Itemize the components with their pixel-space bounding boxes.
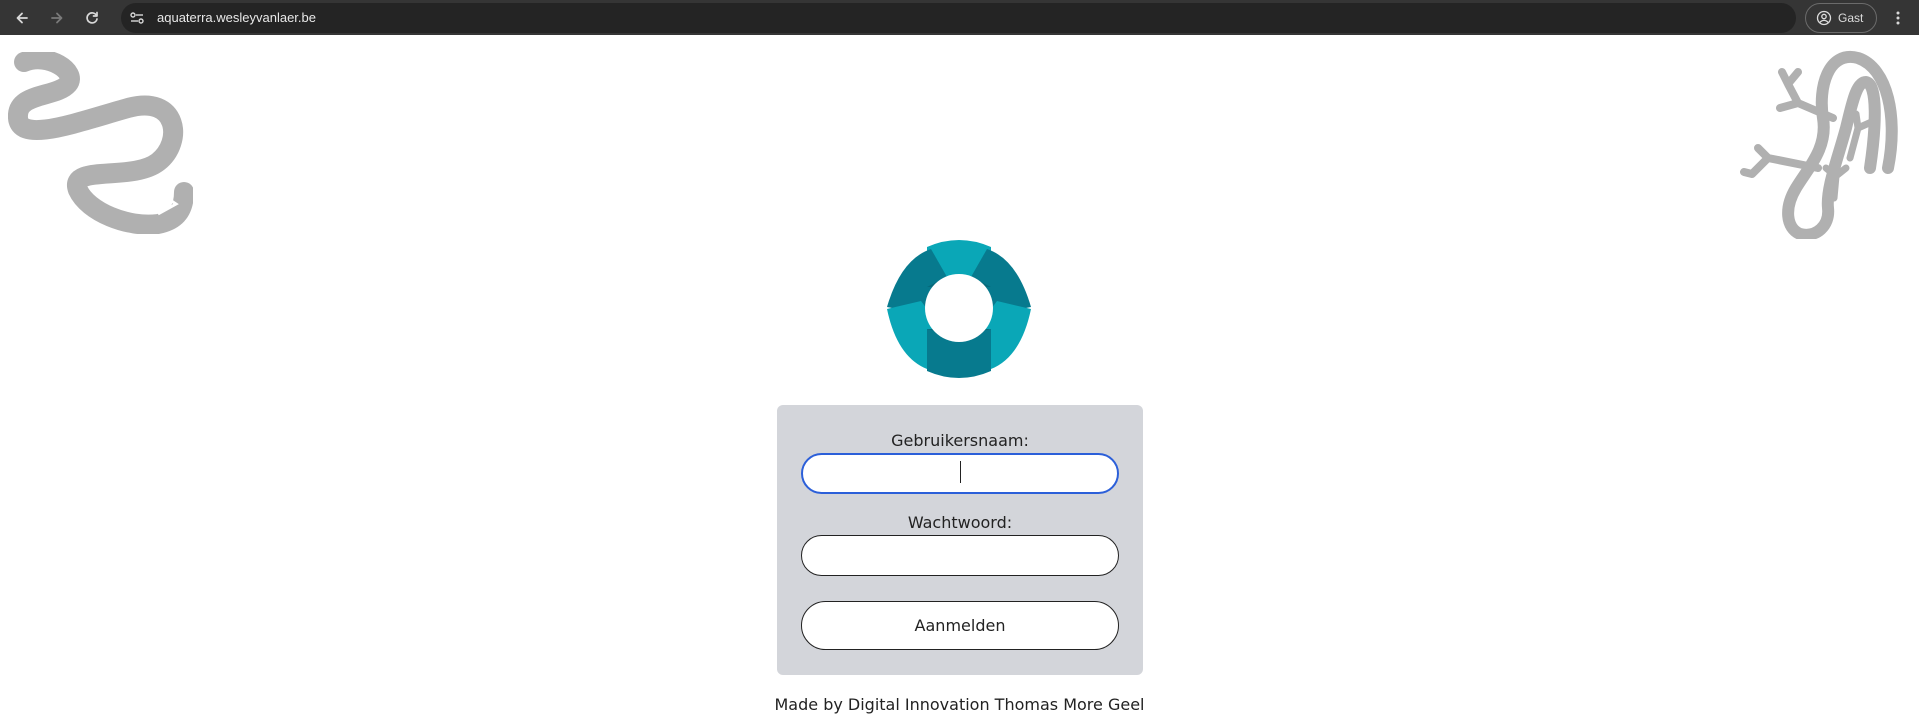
site-settings-icon[interactable]	[129, 10, 145, 26]
username-label: Gebruikersnaam:	[891, 431, 1029, 450]
forward-button[interactable]	[47, 8, 67, 28]
browser-toolbar: aquaterra.wesleyvanlaer.be Gast	[0, 0, 1919, 35]
login-button[interactable]: Aanmelden	[801, 601, 1119, 650]
footer-credit: Made by Digital Innovation Thomas More G…	[774, 695, 1145, 714]
arrow-left-icon	[16, 12, 28, 24]
reload-button[interactable]	[82, 8, 102, 28]
more-vert-icon	[1896, 11, 1900, 25]
account-circle-icon	[1816, 10, 1832, 26]
address-bar[interactable]: aquaterra.wesleyvanlaer.be	[121, 3, 1796, 33]
aquaterra-logo	[887, 240, 1031, 378]
back-button[interactable]	[12, 8, 32, 28]
snake-icon	[8, 52, 193, 234]
arrow-right-icon	[51, 12, 63, 24]
profile-label: Gast	[1838, 11, 1864, 25]
password-label: Wachtwoord:	[907, 513, 1013, 532]
login-panel: Gebruikersnaam: Wachtwoord: Aanmelden	[777, 405, 1143, 675]
password-input[interactable]	[801, 535, 1119, 576]
profile-button[interactable]: Gast	[1805, 3, 1877, 33]
reload-icon	[86, 11, 98, 24]
salamander-icon	[1740, 50, 1898, 239]
url-text[interactable]: aquaterra.wesleyvanlaer.be	[157, 3, 316, 33]
browser-menu-button[interactable]	[1888, 8, 1908, 28]
text-caret	[960, 461, 961, 483]
